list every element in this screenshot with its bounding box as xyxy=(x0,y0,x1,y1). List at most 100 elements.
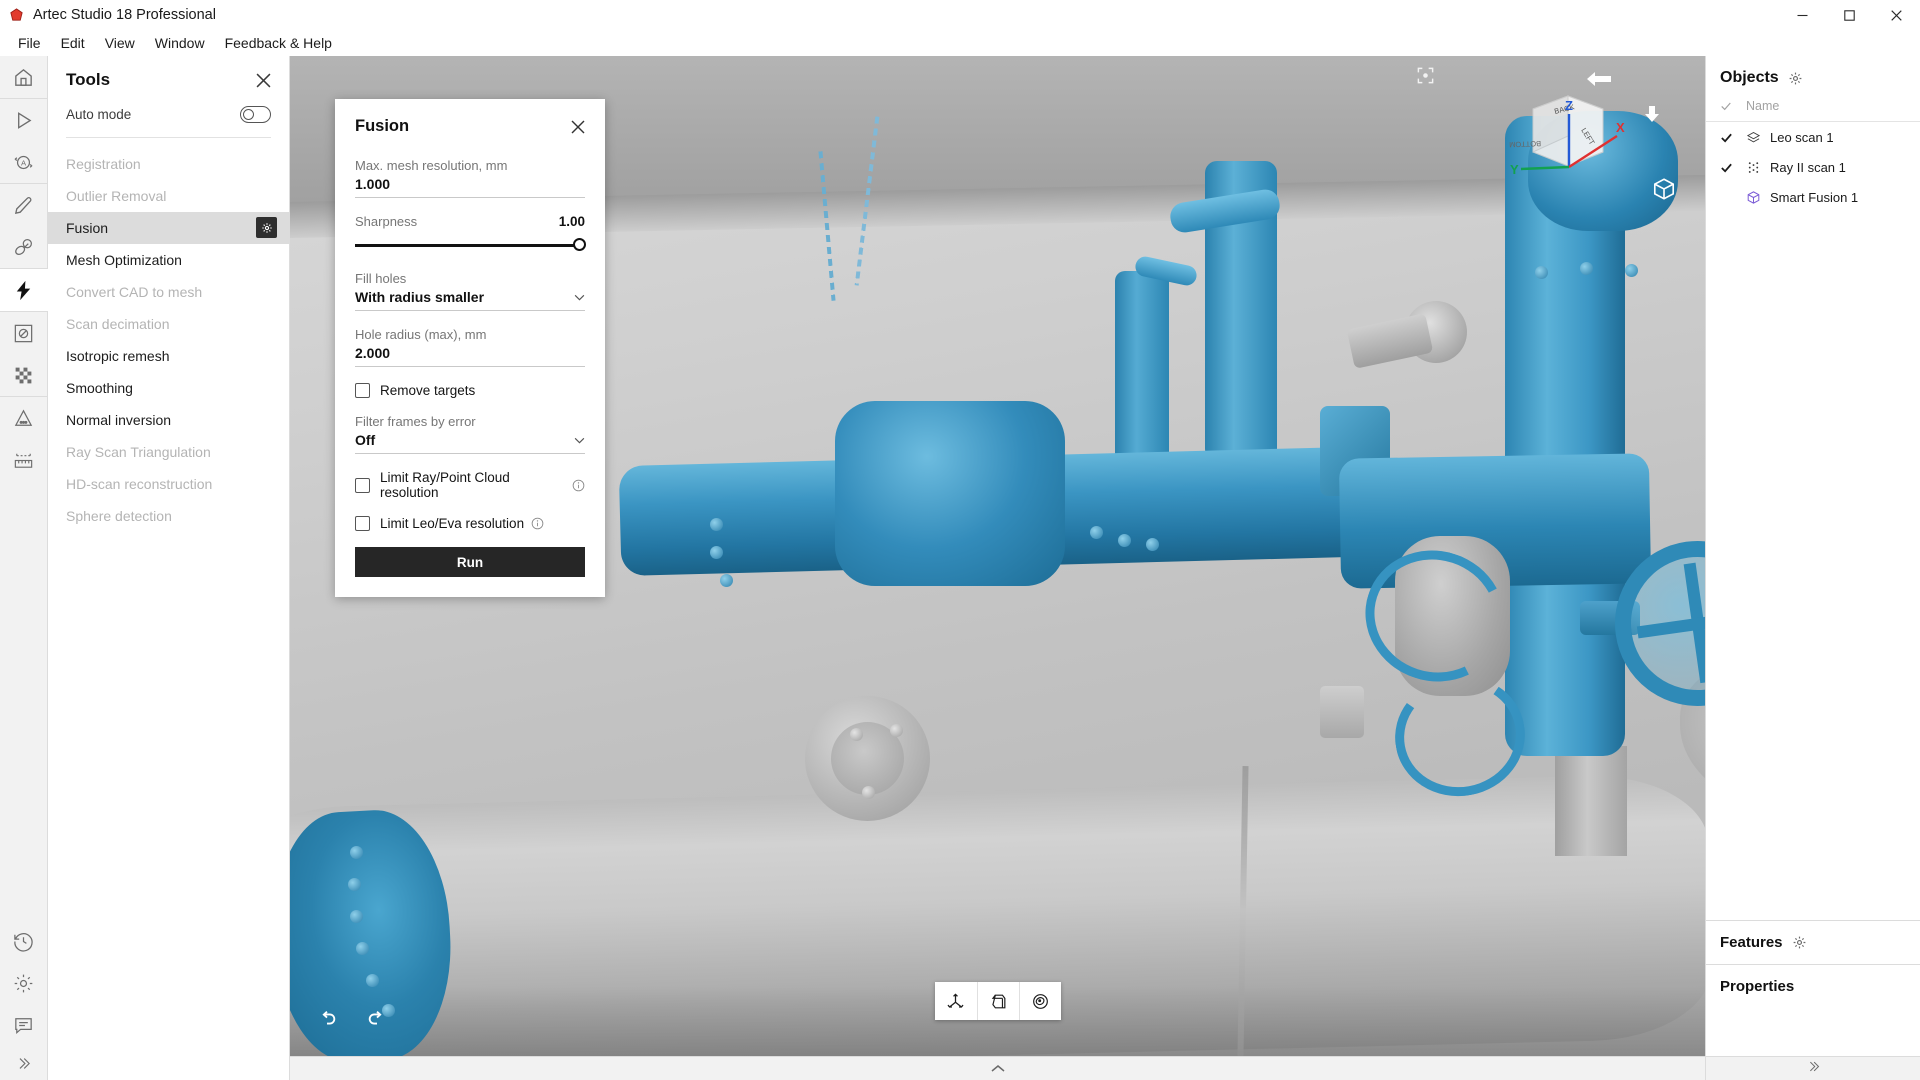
objects-panel-title: Objects xyxy=(1720,69,1779,87)
tool-label: HD-scan reconstruction xyxy=(66,476,212,492)
tool-label: Convert CAD to mesh xyxy=(66,284,202,300)
close-icon[interactable] xyxy=(1873,0,1920,30)
run-button[interactable]: Run xyxy=(355,547,585,577)
filter-frames-select[interactable]: Off xyxy=(355,432,585,454)
tool-item-normal-inversion[interactable]: Normal inversion xyxy=(48,404,289,436)
rail-group-scan: A xyxy=(0,99,48,183)
gear-icon[interactable] xyxy=(256,217,277,238)
tool-item-outlier-removal: Outlier Removal xyxy=(48,180,289,212)
rotate-down-arrow-icon[interactable] xyxy=(1643,104,1661,137)
minimize-icon[interactable] xyxy=(1779,0,1826,30)
dialog-title: Fusion xyxy=(355,117,409,136)
chevron-down-icon xyxy=(574,437,585,444)
menu-edit[interactable]: Edit xyxy=(51,32,95,54)
view-cube-icon[interactable] xyxy=(1651,176,1677,207)
feedback-comment-icon[interactable] xyxy=(0,1004,48,1046)
auto-mode-toggle[interactable] xyxy=(240,106,271,123)
info-circle-icon[interactable] xyxy=(572,479,585,492)
remove-targets-row[interactable]: Remove targets xyxy=(355,383,585,398)
tool-item-isotropic-remesh[interactable]: Isotropic remesh xyxy=(48,340,289,372)
hole-radius-field: Hole radius (max), mm 2.000 xyxy=(355,327,585,367)
remove-targets-label: Remove targets xyxy=(380,383,475,398)
object-name: Ray II scan 1 xyxy=(1770,160,1846,175)
row-checkbox-checked[interactable] xyxy=(1720,161,1746,174)
history-clock-icon[interactable] xyxy=(0,920,48,962)
fit-to-view-icon[interactable] xyxy=(1416,66,1435,90)
pencil-edit-icon[interactable] xyxy=(0,184,48,226)
menu-view[interactable]: View xyxy=(95,32,145,54)
hole-radius-input[interactable]: 2.000 xyxy=(355,345,585,367)
fusion-dialog[interactable]: Fusion Max. mesh resolution, mm 1.000 Sh… xyxy=(335,99,605,597)
no-texture-icon[interactable] xyxy=(0,312,48,354)
rail-group-tools xyxy=(0,269,48,311)
tool-item-scan-decimation: Scan decimation xyxy=(48,308,289,340)
menu-window[interactable]: Window xyxy=(145,32,215,54)
rail-group-texture xyxy=(0,312,48,396)
artec-logo-icon xyxy=(9,8,24,23)
auto-align-icon[interactable]: A xyxy=(0,141,48,183)
limit-ray-resolution-checkbox[interactable] xyxy=(355,478,370,493)
filter-frames-label: Filter frames by error xyxy=(355,414,585,429)
chevron-up-icon[interactable] xyxy=(990,1060,1006,1078)
close-icon[interactable] xyxy=(256,73,271,88)
chevron-down-icon xyxy=(574,294,585,301)
cone-defects-icon[interactable] xyxy=(0,397,48,439)
object-row-ray-ii-scan-1[interactable]: Ray II scan 1 xyxy=(1706,152,1920,182)
maximize-icon[interactable] xyxy=(1826,0,1873,30)
tool-item-sphere-detection: Sphere detection xyxy=(48,500,289,532)
texture-target-icon[interactable] xyxy=(1019,982,1061,1020)
tool-item-ray-scan-triangulation: Ray Scan Triangulation xyxy=(48,436,289,468)
eraser-brush-icon[interactable] xyxy=(0,226,48,268)
info-circle-icon[interactable] xyxy=(531,517,544,530)
limit-leo-resolution-row[interactable]: Limit Leo/Eva resolution xyxy=(355,516,585,531)
tool-item-registration: Registration xyxy=(48,148,289,180)
home-icon[interactable] xyxy=(0,56,48,98)
tool-item-mesh-optimization[interactable]: Mesh Optimization xyxy=(48,244,289,276)
orientation-gizmo[interactable]: BACK LEFT BOTTOM Z X Y xyxy=(1503,74,1633,204)
expand-chevrons-icon[interactable] xyxy=(0,1046,48,1080)
gear-icon[interactable] xyxy=(1792,935,1807,950)
checkerboard-texture-icon[interactable] xyxy=(0,354,48,396)
expand-chevrons-icon[interactable] xyxy=(1806,1059,1821,1079)
right-panel-footer[interactable] xyxy=(1706,1056,1920,1080)
tool-item-convert-cad-to-mesh: Convert CAD to mesh xyxy=(48,276,289,308)
slider-track xyxy=(355,244,585,247)
slider-handle[interactable] xyxy=(573,238,586,251)
sharpness-row: Sharpness 1.00 xyxy=(355,214,585,229)
objects-header: Objects xyxy=(1706,56,1920,97)
undo-icon[interactable] xyxy=(312,1004,342,1034)
lightning-bolt-icon[interactable] xyxy=(0,269,48,311)
sharpness-slider[interactable] xyxy=(355,237,585,255)
tool-item-smoothing[interactable]: Smoothing xyxy=(48,372,289,404)
svg-text:Z: Z xyxy=(1565,98,1573,113)
max-mesh-resolution-input[interactable]: 1.000 xyxy=(355,176,585,198)
shaded-box-icon[interactable] xyxy=(977,982,1019,1020)
menu-file[interactable]: File xyxy=(8,32,51,54)
move-axes-icon[interactable] xyxy=(935,982,977,1020)
undo-redo-group xyxy=(312,1004,392,1034)
tool-label: Ray Scan Triangulation xyxy=(66,444,211,460)
remove-targets-checkbox[interactable] xyxy=(355,383,370,398)
limit-ray-resolution-label: Limit Ray/Point Cloud resolution xyxy=(380,470,565,500)
object-row-leo-scan-1[interactable]: Leo scan 1 xyxy=(1706,122,1920,152)
limit-leo-resolution-checkbox[interactable] xyxy=(355,516,370,531)
limit-ray-resolution-row[interactable]: Limit Ray/Point Cloud resolution xyxy=(355,470,585,500)
viewport-collapse-strip[interactable] xyxy=(290,1056,1705,1080)
tool-label: Registration xyxy=(66,156,141,172)
fill-holes-label: Fill holes xyxy=(355,271,585,286)
fill-holes-select[interactable]: With radius smaller xyxy=(355,289,585,311)
object-row-smart-fusion-1[interactable]: Smart Fusion 1 xyxy=(1706,182,1920,212)
play-triangle-icon[interactable] xyxy=(0,99,48,141)
properties-section[interactable]: Properties xyxy=(1706,964,1920,1008)
row-checkbox-checked[interactable] xyxy=(1720,131,1746,144)
filter-frames-field: Filter frames by error Off xyxy=(355,414,585,454)
tool-item-fusion[interactable]: Fusion xyxy=(48,212,289,244)
layers-scan-icon xyxy=(1746,130,1770,145)
redo-icon[interactable] xyxy=(362,1004,392,1034)
features-section[interactable]: Features xyxy=(1706,920,1920,964)
measure-ruler-icon[interactable] xyxy=(0,439,48,481)
menu-feedback[interactable]: Feedback & Help xyxy=(215,32,342,54)
gear-icon[interactable] xyxy=(1788,71,1803,86)
close-icon[interactable] xyxy=(571,120,585,134)
gear-settings-icon[interactable] xyxy=(0,962,48,1004)
